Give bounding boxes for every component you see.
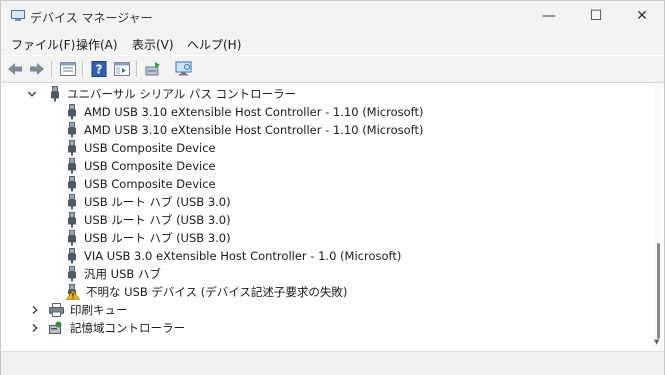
tree-device-item[interactable]: USB ルート ハブ (USB 3.0) xyxy=(66,211,231,229)
tree-category-label: ユニバーサル シリアル バス コントローラー xyxy=(67,87,297,101)
console-tree-icon xyxy=(114,62,130,76)
chevron-right-icon[interactable] xyxy=(30,305,40,315)
usb-plug-icon xyxy=(68,248,76,264)
back-icon xyxy=(8,63,22,75)
close-button[interactable]: ✕ xyxy=(619,1,665,31)
help-icon: ? xyxy=(91,61,107,77)
usb-plug-icon xyxy=(68,104,76,120)
menu-view[interactable]: 表示(V) xyxy=(132,36,174,53)
tree-device-label: AMD USB 3.10 eXtensible Host Controller … xyxy=(84,105,424,119)
usb-plug-icon xyxy=(68,212,76,228)
toolbar-separator xyxy=(82,61,83,77)
tree-device-item[interactable]: 汎用 USB ハブ xyxy=(66,265,161,283)
usb-warning-icon xyxy=(66,284,80,300)
scan-hardware-icon xyxy=(175,61,192,76)
tree-device-item[interactable]: USB Composite Device xyxy=(66,139,216,157)
toolbar-separator xyxy=(51,61,52,77)
back-button[interactable] xyxy=(5,59,25,79)
toolbar: ? xyxy=(1,56,664,83)
menu-help[interactable]: ヘルプ(H) xyxy=(187,36,241,53)
close-icon: ✕ xyxy=(636,8,648,24)
menu-bar: ファイル(F) 操作(A) 表示(V) ヘルプ(H) xyxy=(1,33,664,55)
usb-plug-icon xyxy=(68,158,76,174)
svg-text:?: ? xyxy=(96,63,103,77)
properties-icon xyxy=(60,62,76,76)
tree-device-label: AMD USB 3.10 eXtensible Host Controller … xyxy=(84,123,424,137)
usb-plug-icon xyxy=(68,122,76,138)
menu-action[interactable]: 操作(A) xyxy=(76,36,118,53)
tree-device-item[interactable]: AMD USB 3.10 eXtensible Host Controller … xyxy=(66,121,424,139)
printer-icon xyxy=(49,303,64,317)
device-tree[interactable]: ユニバーサル シリアル バス コントローラー AMD USB 3.10 eXte… xyxy=(1,83,653,349)
tree-device-item[interactable]: USB ルート ハブ (USB 3.0) xyxy=(66,193,231,211)
chevron-down-icon[interactable] xyxy=(27,89,37,99)
tree-device-label: USB Composite Device xyxy=(84,159,216,173)
tree-device-label: USB ルート ハブ (USB 3.0) xyxy=(84,213,231,227)
tree-device-label: 汎用 USB ハブ xyxy=(84,267,161,281)
vertical-scrollbar[interactable]: ▼ xyxy=(653,83,663,349)
maximize-icon: ☐ xyxy=(589,8,603,24)
tree-category-print-queue[interactable]: 印刷キュー xyxy=(30,301,128,319)
tree-device-item-warning[interactable]: 不明な USB デバイス (デバイス記述子要求の失敗) xyxy=(66,283,347,301)
minimize-button[interactable]: — xyxy=(526,1,572,31)
console-tree-button[interactable] xyxy=(112,59,132,79)
usb-plug-icon xyxy=(68,194,76,210)
tree-device-label: USB Composite Device xyxy=(84,141,216,155)
tree-category-storage[interactable]: 記憶域コントローラー xyxy=(30,319,185,337)
tree-device-item[interactable]: USB ルート ハブ (USB 3.0) xyxy=(66,229,231,247)
tree-device-item[interactable]: AMD USB 3.10 eXtensible Host Controller … xyxy=(66,103,424,121)
usb-plug-icon xyxy=(68,176,76,192)
window-title: デバイス マネージャー xyxy=(30,11,153,25)
scrollbar-thumb[interactable] xyxy=(657,243,660,339)
menu-file[interactable]: ファイル(F) xyxy=(11,36,75,53)
usb-plug-icon xyxy=(68,230,76,246)
tree-device-label: USB ルート ハブ (USB 3.0) xyxy=(84,195,231,209)
minimize-icon: — xyxy=(542,8,556,24)
chevron-right-icon[interactable] xyxy=(30,323,40,333)
update-driver-icon xyxy=(145,62,160,76)
tree-category-label: 記憶域コントローラー xyxy=(70,321,185,335)
title-bar[interactable]: デバイス マネージャー — ☐ ✕ xyxy=(1,1,664,33)
tree-device-item[interactable]: USB Composite Device xyxy=(66,175,216,193)
tree-device-item[interactable]: VIA USB 3.0 eXtensible Host Controller -… xyxy=(66,247,401,265)
tree-device-label: USB ルート ハブ (USB 3.0) xyxy=(84,231,231,245)
usb-plug-icon xyxy=(51,86,59,102)
status-bar xyxy=(1,351,664,375)
update-driver-button[interactable] xyxy=(143,59,163,79)
maximize-button[interactable]: ☐ xyxy=(573,1,619,31)
usb-plug-icon xyxy=(68,140,76,156)
scroll-down-icon[interactable]: ▼ xyxy=(654,338,659,346)
storage-controller-icon xyxy=(49,321,62,334)
toolbar-separator xyxy=(136,61,137,77)
forward-icon xyxy=(30,63,44,75)
help-button[interactable]: ? xyxy=(89,59,109,79)
scan-hardware-button[interactable] xyxy=(174,59,194,79)
tree-device-item[interactable]: USB Composite Device xyxy=(66,157,216,175)
device-manager-app-icon xyxy=(11,10,25,21)
properties-button[interactable] xyxy=(58,59,78,79)
tree-category-label: 印刷キュー xyxy=(70,303,128,317)
tree-device-label: 不明な USB デバイス (デバイス記述子要求の失敗) xyxy=(86,285,348,299)
tree-device-label: VIA USB 3.0 eXtensible Host Controller -… xyxy=(84,249,402,263)
tree-device-label: USB Composite Device xyxy=(84,177,216,191)
usb-plug-icon xyxy=(68,266,76,282)
tree-category-usb[interactable]: ユニバーサル シリアル バス コントローラー xyxy=(27,85,296,103)
device-manager-window: デバイス マネージャー — ☐ ✕ ファイル(F) 操作(A) 表示(V) ヘル… xyxy=(0,0,665,375)
forward-button[interactable] xyxy=(27,59,47,79)
